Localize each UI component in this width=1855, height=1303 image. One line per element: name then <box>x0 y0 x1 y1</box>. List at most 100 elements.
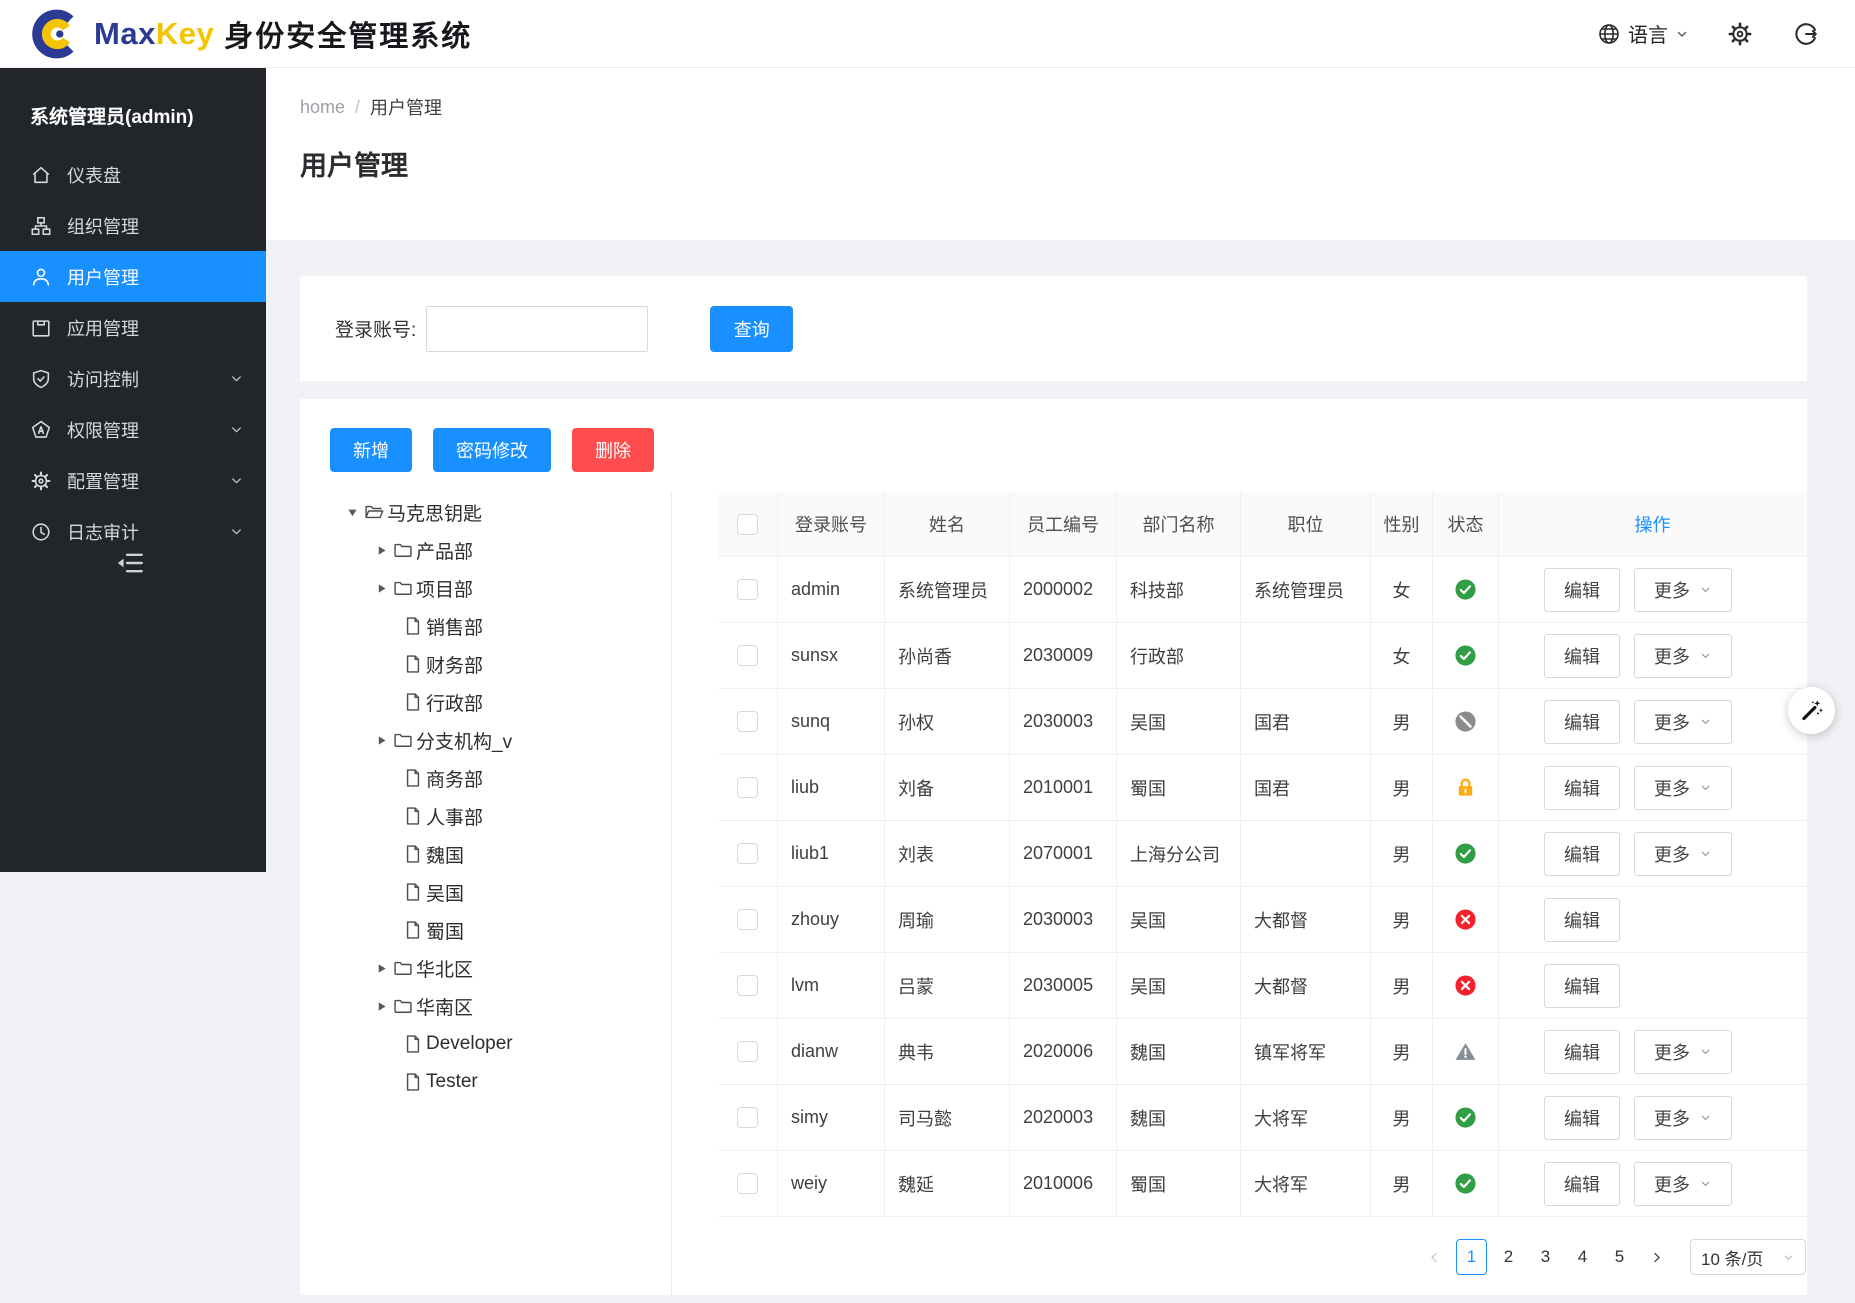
edit-button[interactable]: 编辑 <box>1544 1030 1620 1074</box>
edit-button[interactable]: 编辑 <box>1544 700 1620 744</box>
tree-item-label: 分支机构_v <box>416 727 512 754</box>
tree-item[interactable]: 蜀国 <box>300 911 671 949</box>
edit-button[interactable]: 编辑 <box>1544 766 1620 810</box>
edit-button[interactable]: 编辑 <box>1544 1162 1620 1206</box>
tree-item[interactable]: Tester <box>300 1063 671 1101</box>
more-button[interactable]: 更多 <box>1634 1030 1732 1074</box>
row-checkbox[interactable] <box>737 909 758 930</box>
cell-actions: 编辑更多 <box>1499 689 1806 754</box>
more-button[interactable]: 更多 <box>1634 568 1732 612</box>
edit-button[interactable]: 编辑 <box>1544 898 1620 942</box>
sidebar-item-access[interactable]: 访问控制 <box>0 353 266 404</box>
edit-button[interactable]: 编辑 <box>1544 832 1620 876</box>
more-button[interactable]: 更多 <box>1634 766 1732 810</box>
tree-item[interactable]: 商务部 <box>300 759 671 797</box>
table-row: sunsx孙尚香2030009行政部女编辑更多 <box>718 623 1806 689</box>
page-button-5[interactable]: 5 <box>1604 1239 1635 1275</box>
column-header: 状态 <box>1433 492 1499 556</box>
tree-item-label: 蜀国 <box>426 917 464 944</box>
row-checkbox[interactable] <box>737 975 758 996</box>
language-menu[interactable]: 语言 <box>1597 19 1689 48</box>
row-checkbox[interactable] <box>737 1041 758 1062</box>
next-page-button[interactable] <box>1641 1239 1672 1275</box>
row-checkbox[interactable] <box>737 1173 758 1194</box>
login-account-input[interactable] <box>426 306 648 352</box>
tree-item[interactable]: 产品部 <box>300 531 671 569</box>
cell-status <box>1433 623 1499 688</box>
file-icon <box>403 692 423 712</box>
gear-icon <box>30 470 52 492</box>
menu-fold-icon <box>116 549 144 577</box>
sidebar-item-users[interactable]: 用户管理 <box>0 251 266 302</box>
query-button[interactable]: 查询 <box>710 306 793 352</box>
logout-button[interactable] <box>1791 19 1821 49</box>
caret-right-icon[interactable] <box>376 582 388 594</box>
tree-item[interactable]: 吴国 <box>300 873 671 911</box>
select-all-checkbox[interactable] <box>737 514 758 535</box>
tree-item-label: 马克思钥匙 <box>387 499 482 526</box>
row-checkbox[interactable] <box>737 843 758 864</box>
tree-item[interactable]: 分支机构_v <box>300 721 671 759</box>
tree-item[interactable]: 魏国 <box>300 835 671 873</box>
tree-item-label: 项目部 <box>416 575 473 602</box>
page-size-select[interactable]: 10 条/页 <box>1690 1239 1806 1275</box>
more-button[interactable]: 更多 <box>1634 1162 1732 1206</box>
caret-right-icon[interactable] <box>376 544 388 556</box>
row-checkbox[interactable] <box>737 579 758 600</box>
change-password-button[interactable]: 密码修改 <box>433 428 551 472</box>
row-checkbox[interactable] <box>737 777 758 798</box>
row-checkbox[interactable] <box>737 645 758 666</box>
page-button-3[interactable]: 3 <box>1530 1239 1561 1275</box>
cell-name: 系统管理员 <box>885 557 1010 622</box>
delete-button[interactable]: 删除 <box>572 428 654 472</box>
tree-item[interactable]: 华北区 <box>300 949 671 987</box>
add-button[interactable]: 新增 <box>330 428 412 472</box>
collapse-sidebar-button[interactable] <box>113 546 147 580</box>
sidebar-item-perms[interactable]: 权限管理 <box>0 404 266 455</box>
sidebar-item-org[interactable]: 组织管理 <box>0 200 266 251</box>
caret-down-icon[interactable] <box>347 506 359 518</box>
cell-account: simy <box>778 1085 885 1150</box>
cell-actions: 编辑更多 <box>1499 1151 1806 1216</box>
magic-wand-floating-button[interactable] <box>1788 687 1835 734</box>
more-button[interactable]: 更多 <box>1634 634 1732 678</box>
caret-right-icon[interactable] <box>376 962 388 974</box>
cell-actions: 编辑更多 <box>1499 1019 1806 1084</box>
users-table: 登录账号姓名员工编号部门名称职位性别状态操作 admin系统管理员2000002… <box>718 492 1806 1217</box>
cell-actions: 编辑更多 <box>1499 557 1806 622</box>
page-button-4[interactable]: 4 <box>1567 1239 1598 1275</box>
tree-item[interactable]: 财务部 <box>300 645 671 683</box>
tree-item[interactable]: 行政部 <box>300 683 671 721</box>
row-checkbox[interactable] <box>737 1107 758 1128</box>
edit-button[interactable]: 编辑 <box>1544 634 1620 678</box>
sidebar-item-apps[interactable]: 应用管理 <box>0 302 266 353</box>
caret-right-icon[interactable] <box>376 1000 388 1012</box>
caret-right-icon[interactable] <box>376 734 388 746</box>
more-button[interactable]: 更多 <box>1634 832 1732 876</box>
cell-employee-id: 2030003 <box>1010 887 1117 952</box>
tree-item[interactable]: 华南区 <box>300 987 671 1025</box>
sidebar-item-dashboard[interactable]: 仪表盘 <box>0 149 266 200</box>
sidebar-item-config[interactable]: 配置管理 <box>0 455 266 506</box>
cell-employee-id: 2030009 <box>1010 623 1117 688</box>
prev-page-button[interactable] <box>1419 1239 1450 1275</box>
tree-item[interactable]: 销售部 <box>300 607 671 645</box>
edit-button[interactable]: 编辑 <box>1544 568 1620 612</box>
tree-item[interactable]: 马克思钥匙 <box>300 493 671 531</box>
more-button[interactable]: 更多 <box>1634 1096 1732 1140</box>
row-checkbox[interactable] <box>737 711 758 732</box>
edit-button[interactable]: 编辑 <box>1544 964 1620 1008</box>
table-row: admin系统管理员2000002科技部系统管理员女编辑更多 <box>718 557 1806 623</box>
tree-item-label: 财务部 <box>426 651 483 678</box>
breadcrumb-home-link[interactable]: home <box>300 97 345 118</box>
edit-button[interactable]: 编辑 <box>1544 1096 1620 1140</box>
settings-button[interactable] <box>1725 19 1755 49</box>
chevron-down-icon <box>1699 847 1712 860</box>
page-button-1[interactable]: 1 <box>1456 1239 1487 1275</box>
tree-item[interactable]: Developer <box>300 1025 671 1063</box>
page-button-2[interactable]: 2 <box>1493 1239 1524 1275</box>
more-button[interactable]: 更多 <box>1634 700 1732 744</box>
tree-item[interactable]: 人事部 <box>300 797 671 835</box>
tree-item[interactable]: 项目部 <box>300 569 671 607</box>
tree-item-label: 销售部 <box>426 613 483 640</box>
